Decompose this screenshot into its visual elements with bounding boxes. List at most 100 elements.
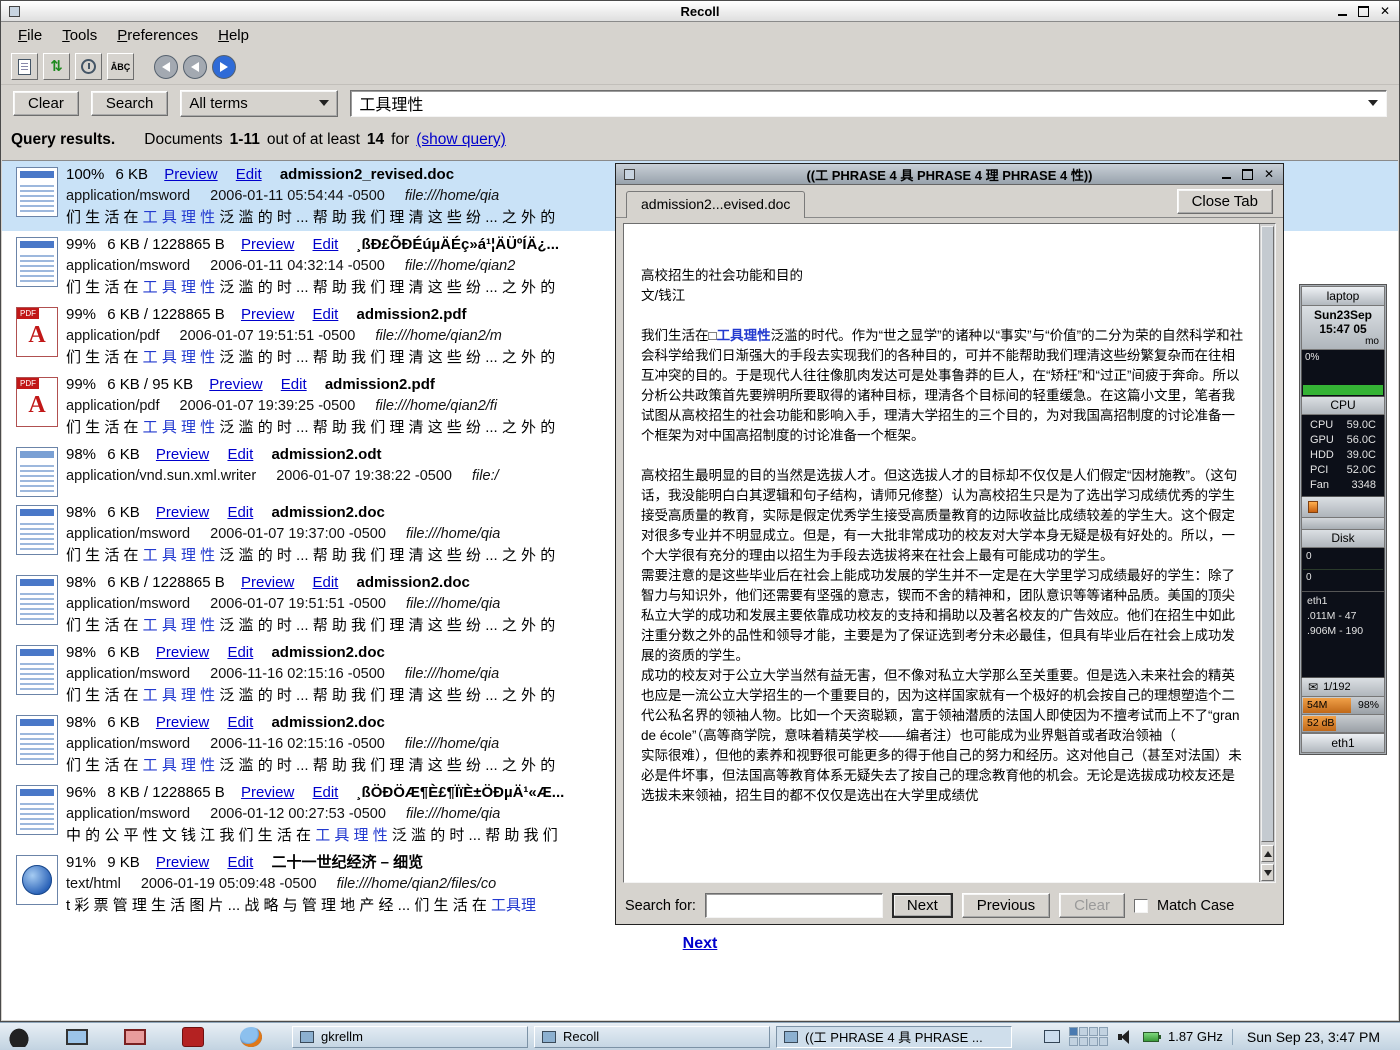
result-filename: admission2.pdf (357, 306, 467, 323)
clear-search-tool-button[interactable] (11, 53, 38, 80)
nav-back2-button[interactable] (183, 55, 207, 79)
edit-link[interactable]: Edit (313, 236, 339, 253)
menu-preferences[interactable]: Preferences (108, 24, 207, 47)
edit-link[interactable]: Edit (227, 714, 253, 731)
preview-close-icon[interactable] (1262, 168, 1276, 181)
result-filename: admission2_revised.doc (280, 166, 454, 183)
monitor-launcher-icon[interactable] (124, 1029, 146, 1045)
minimize-icon[interactable] (1336, 5, 1350, 18)
taskbar-button-gkrellm[interactable]: gkrellm (292, 1026, 528, 1048)
edit-link[interactable]: Edit (281, 376, 307, 393)
result-filename: admission2.doc (357, 574, 470, 591)
preview-link[interactable]: Preview (241, 574, 294, 591)
volume-icon[interactable] (1117, 1029, 1134, 1044)
results-title: Query results. (11, 131, 115, 149)
scrollbar-thumb[interactable] (1261, 226, 1274, 842)
menu-help[interactable]: Help (209, 24, 258, 47)
cpu-percent: 0% (1305, 352, 1319, 363)
find-next-button[interactable]: Next (892, 893, 953, 918)
preview-link[interactable]: Preview (241, 236, 294, 253)
forward-arrow-icon (220, 62, 228, 72)
edit-link[interactable]: Edit (236, 166, 262, 183)
snippet-highlight: 工 具 理 性 (143, 349, 216, 366)
find-previous-button[interactable]: Previous (962, 893, 1050, 918)
preview-link[interactable]: Preview (156, 446, 209, 463)
slider-krell[interactable] (1308, 501, 1318, 513)
result-filename: ¸ßÐ£ÕÐÉúµÄÉç»á¹¦ÄÜºÍÄ¿... (357, 236, 560, 253)
edit-link[interactable]: Edit (313, 306, 339, 323)
preview-link[interactable]: Preview (156, 714, 209, 731)
result-score: 98% (66, 504, 96, 521)
file-type-icon (16, 715, 58, 765)
sort-tool-button[interactable]: ⇅ (43, 53, 70, 80)
preview-minimize-icon[interactable] (1220, 168, 1234, 181)
search-mode-select[interactable]: All terms (180, 90, 338, 117)
volume-value: 52 dB (1307, 717, 1334, 729)
close-icon[interactable] (1378, 5, 1392, 18)
snippet-highlight: 工 具 理 性 (315, 827, 388, 844)
preview-tab[interactable]: admission2...evised.doc (626, 191, 805, 218)
find-input[interactable] (705, 893, 883, 918)
preview-window-title: ((工 PHRASE 4 具 PHRASE 4 理 PHRASE 4 性)) (616, 165, 1283, 184)
menu-tools[interactable]: Tools (53, 24, 106, 47)
edit-link[interactable]: Edit (313, 574, 339, 591)
workspace-pager[interactable] (1069, 1027, 1108, 1046)
preview-maximize-icon[interactable] (1241, 168, 1255, 181)
show-query-link[interactable]: (show query) (416, 131, 506, 149)
query-history-chevron-icon[interactable] (1368, 100, 1378, 106)
search-button[interactable]: Search (91, 91, 169, 116)
preview-link[interactable]: Preview (241, 306, 294, 323)
edit-link[interactable]: Edit (227, 446, 253, 463)
gkrellm-panel: laptop Sun23Sep 15:47 05 mo 0% CPU CPU59… (1299, 284, 1387, 755)
query-input[interactable]: 工具理性 (350, 90, 1387, 117)
result-date: 2006-01-07 19:39:25 -0500 (180, 398, 356, 414)
result-mime: application/msword (66, 188, 190, 204)
doc-title: 高校招生的社会功能和目的 (641, 266, 1246, 286)
maximize-icon[interactable] (1357, 5, 1371, 18)
history-tool-button[interactable] (75, 53, 102, 80)
find-clear-button[interactable]: Clear (1059, 893, 1125, 918)
preview-link[interactable]: Preview (241, 784, 294, 801)
toolbar: ⇅ ÂBÇ (1, 49, 1399, 85)
result-path: file:///home/qian2/fi (375, 398, 497, 414)
preview-link[interactable]: Preview (164, 166, 217, 183)
snippet-highlight: 工 具 理 性 (143, 617, 216, 634)
editor-launcher-icon[interactable] (182, 1027, 204, 1047)
edit-link[interactable]: Edit (227, 644, 253, 661)
taskbar-button-preview[interactable]: ((工 PHRASE 4 具 PHRASE ... (776, 1026, 1012, 1048)
menu-file[interactable]: File (9, 24, 51, 47)
preview-link[interactable]: Preview (156, 644, 209, 661)
firefox-icon[interactable] (240, 1027, 262, 1047)
preview-titlebar[interactable]: ((工 PHRASE 4 具 PHRASE 4 理 PHRASE 4 性)) (616, 164, 1283, 185)
match-case-checkbox[interactable] (1134, 899, 1148, 913)
scroll-up-button[interactable] (1261, 845, 1274, 862)
tray-monitor-icon[interactable] (1044, 1030, 1060, 1043)
result-date: 2006-01-12 00:27:53 -0500 (210, 806, 386, 822)
main-titlebar[interactable]: Recoll (1, 1, 1399, 22)
nav-back-button[interactable] (154, 55, 178, 79)
edit-link[interactable]: Edit (227, 504, 253, 521)
file-type-icon (16, 645, 58, 695)
edit-link[interactable]: Edit (313, 784, 339, 801)
result-icon-cell (8, 852, 66, 917)
preview-scrollbar[interactable] (1259, 224, 1275, 882)
clear-button[interactable]: Clear (13, 91, 79, 116)
taskbar-button-recoll[interactable]: Recoll (534, 1026, 770, 1048)
edit-link[interactable]: Edit (227, 854, 253, 871)
result-date: 2006-01-07 19:38:22 -0500 (276, 468, 452, 484)
preview-link[interactable]: Preview (156, 504, 209, 521)
scroll-down-button[interactable] (1261, 864, 1274, 881)
result-size: 6 KB (107, 644, 140, 661)
close-tab-button[interactable]: Close Tab (1177, 189, 1273, 214)
next-page-link[interactable]: Next (683, 935, 718, 952)
clock-icon (81, 59, 96, 74)
result-icon-cell (8, 234, 66, 299)
term-explorer-tool-button[interactable]: ÂBÇ (107, 53, 134, 80)
gkrellm-slider[interactable] (1301, 497, 1385, 518)
preview-link[interactable]: Preview (156, 854, 209, 871)
terminal-launcher-icon[interactable] (66, 1029, 88, 1045)
preview-link[interactable]: Preview (209, 376, 262, 393)
nav-forward-button[interactable] (212, 55, 236, 79)
result-size: 8 KB / 1228865 B (107, 784, 225, 801)
menu-footprint-icon[interactable] (8, 1027, 30, 1047)
